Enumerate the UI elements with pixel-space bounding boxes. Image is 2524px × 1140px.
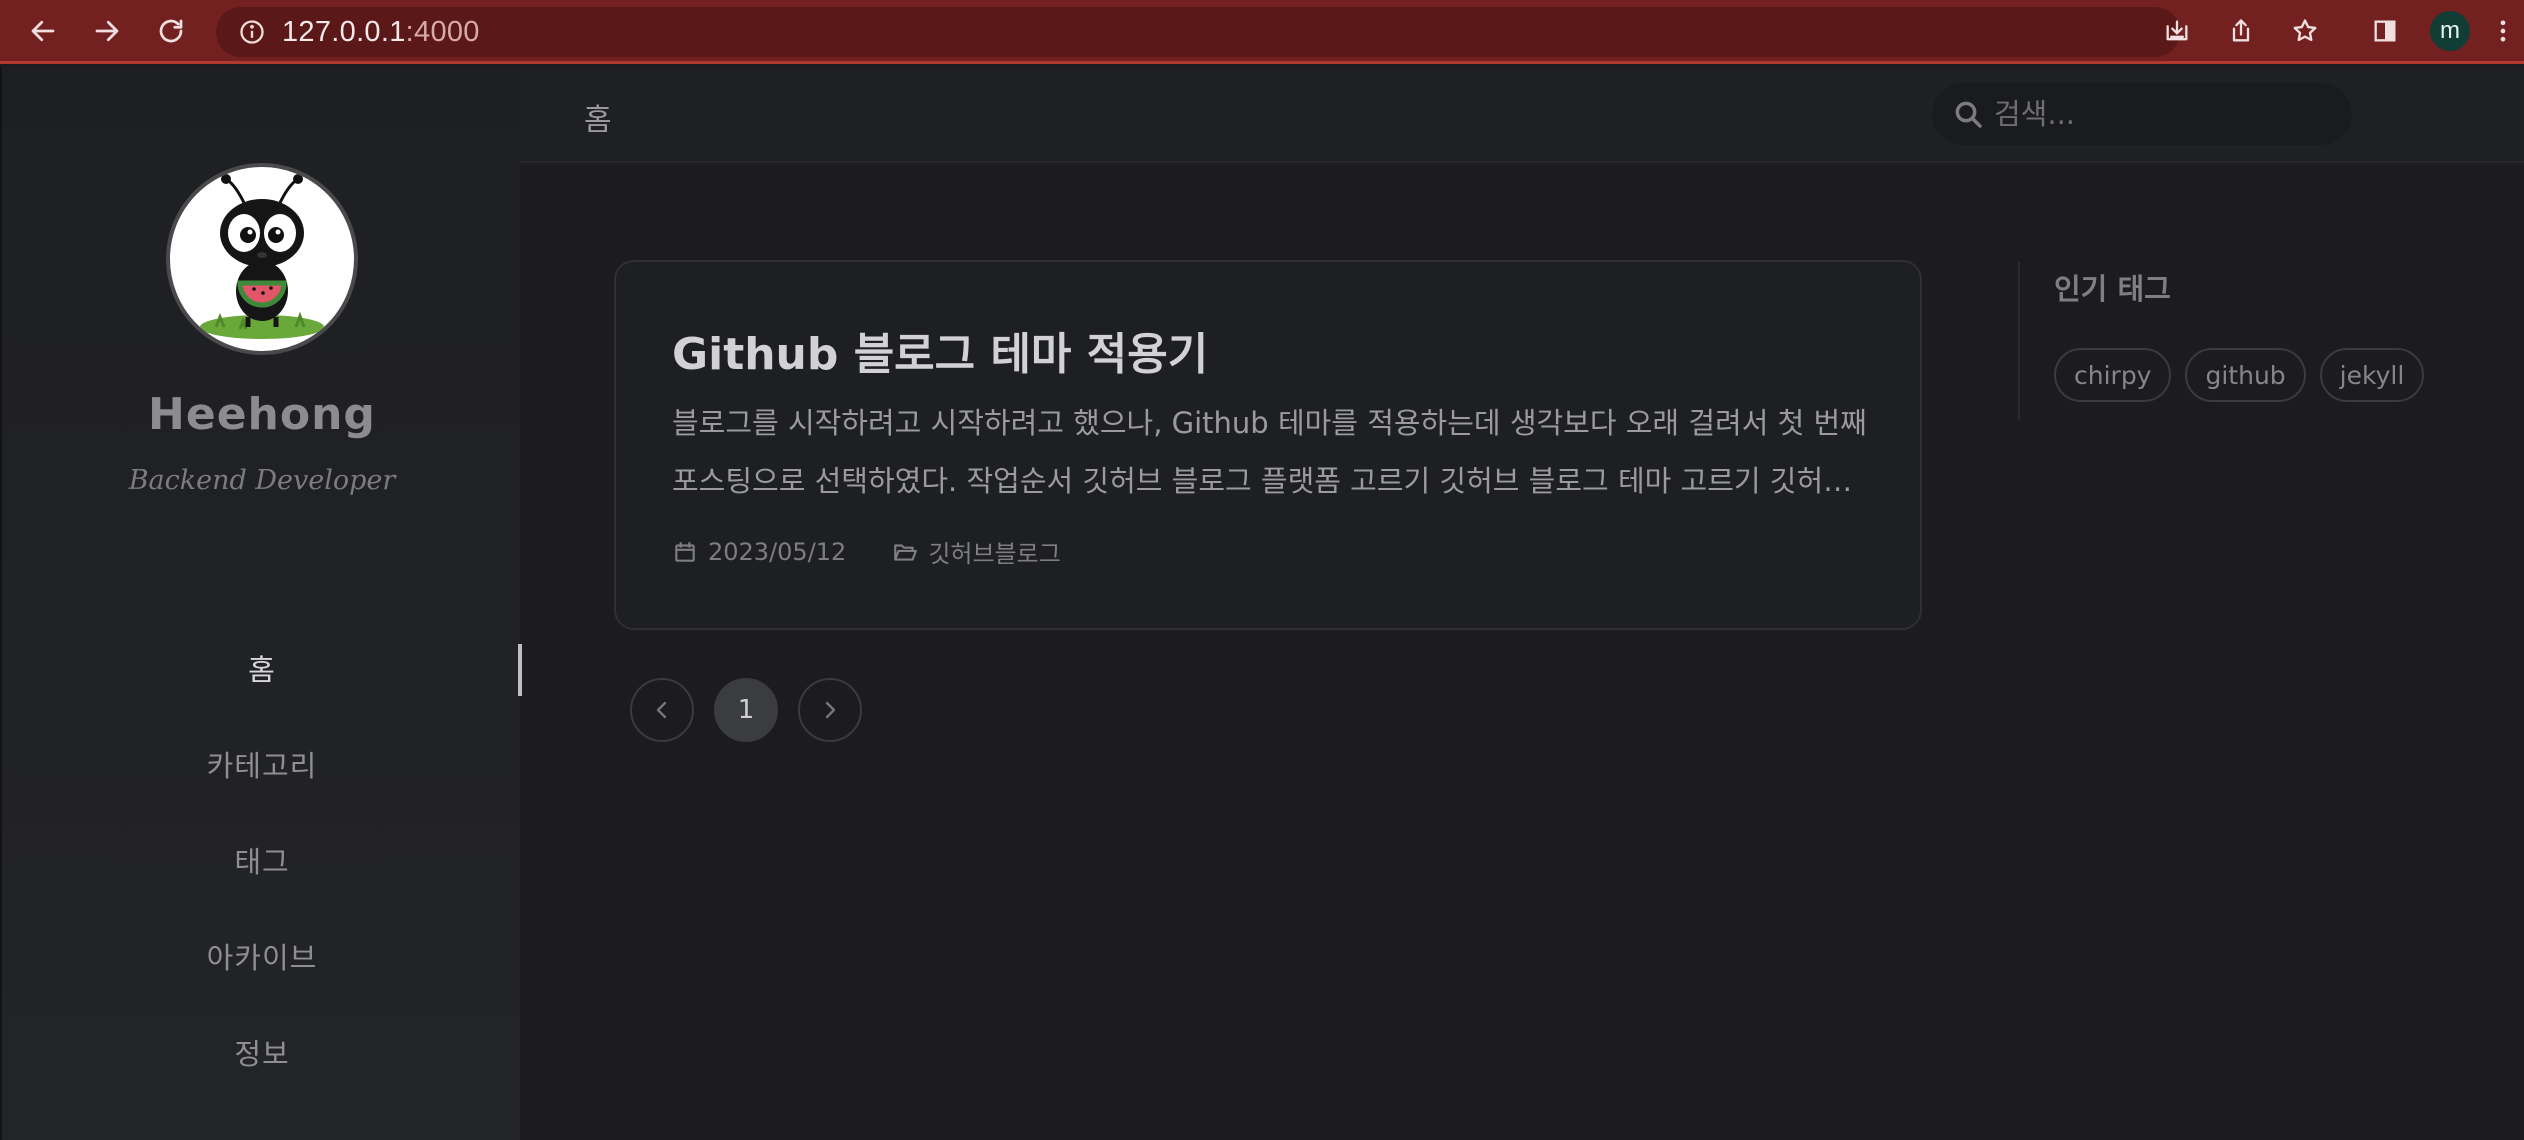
post-category[interactable]: 깃허브블로그 <box>928 534 1060 569</box>
panel-title: 인기 태그 <box>2054 272 2171 306</box>
sidebar: Heehong Backend Developer 홈 카테고리 태그 아카이브… <box>0 67 522 1140</box>
sidebar-item-tags[interactable]: 태그 <box>2 812 522 908</box>
url-host: 127.0.0.1 <box>282 15 406 48</box>
star-icon <box>2293 19 2317 42</box>
chevron-left-icon <box>656 701 667 719</box>
search-box[interactable] <box>1932 83 2352 145</box>
address-bar[interactable]: 127.0.0.1:4000 <box>216 7 2180 57</box>
sidebar-item-home[interactable]: 홈 <box>2 620 522 716</box>
page-number-button[interactable]: 1 <box>714 678 778 742</box>
post-card[interactable]: Github 블로그 테마 적용기 블로그를 시작하려고 시작하려고 했으나, … <box>614 260 1922 630</box>
site-subtitle: Backend Developer <box>128 465 396 496</box>
sidebar-item-about[interactable]: 정보 <box>2 1004 522 1100</box>
topbar: 홈 <box>520 67 2524 163</box>
ant-mascot-icon <box>200 174 324 339</box>
url-text: 127.0.0.1:4000 <box>282 16 480 49</box>
tag-github[interactable]: github <box>2185 348 2306 402</box>
next-page-button[interactable] <box>798 678 862 742</box>
forward-button[interactable] <box>84 8 130 54</box>
tag-chirpy[interactable]: chirpy <box>2054 348 2172 402</box>
post-meta: 2023/05/12 깃허브블로그 <box>672 534 1061 569</box>
side-panel-icon <box>2374 20 2396 42</box>
back-button[interactable] <box>20 8 66 54</box>
trending-tags-panel: 인기 태그 chirpy github jekyll <box>2018 262 2438 420</box>
side-panel-button[interactable] <box>2364 10 2406 52</box>
search-input[interactable] <box>1994 97 2324 131</box>
search-icon <box>1955 101 1982 128</box>
breadcrumb: 홈 <box>584 103 612 138</box>
profile-avatar[interactable] <box>166 163 358 355</box>
share-button[interactable] <box>2220 10 2262 52</box>
sidebar-item-archives[interactable]: 아카이브 <box>2 908 522 1004</box>
folder-open-icon <box>894 543 918 561</box>
site-title[interactable]: Heehong <box>2 389 522 440</box>
tag-list: chirpy github jekyll <box>2054 348 2425 402</box>
install-icon <box>2166 20 2188 41</box>
chevron-right-icon <box>825 701 836 719</box>
sidebar-item-categories[interactable]: 카테고리 <box>2 716 522 812</box>
kebab-menu-icon <box>2500 20 2506 42</box>
prev-page-button[interactable] <box>630 678 694 742</box>
calendar-icon <box>675 541 695 562</box>
browser-menu-button[interactable] <box>2482 10 2524 52</box>
tag-jekyll[interactable]: jekyll <box>2319 348 2425 402</box>
url-port: :4000 <box>405 15 480 48</box>
post-title[interactable]: Github 블로그 테마 적용기 <box>672 318 1208 382</box>
sidebar-nav: 홈 카테고리 태그 아카이브 정보 <box>2 620 522 1100</box>
pagination: 1 <box>630 678 862 742</box>
post-excerpt: 블로그를 시작하려고 시작하려고 했으나, Github 테마를 적용하는데 생… <box>672 406 1867 498</box>
install-app-button[interactable] <box>2156 10 2198 52</box>
browser-toolbar: 127.0.0.1:4000 m <box>0 0 2524 64</box>
profile-avatar-button[interactable]: m <box>2430 11 2470 51</box>
reload-icon <box>159 19 183 43</box>
share-icon <box>2232 19 2250 42</box>
post-date: 2023/05/12 <box>708 537 847 566</box>
arrow-left-icon <box>31 20 55 42</box>
reload-button[interactable] <box>148 8 194 54</box>
arrow-right-icon <box>95 20 119 42</box>
bookmark-button[interactable] <box>2284 10 2326 52</box>
info-icon[interactable] <box>238 18 266 46</box>
